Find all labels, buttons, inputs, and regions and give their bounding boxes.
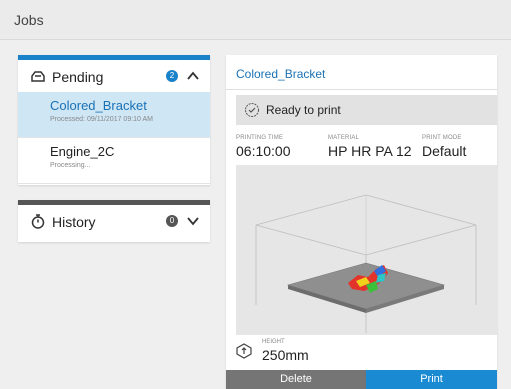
print-mode-label: PRINT MODE <box>422 135 462 141</box>
page-title: Jobs <box>14 12 44 28</box>
height-label: HEIGHT <box>262 339 285 345</box>
job-detail-card: Colored_Bracket Ready to print PRINTING … <box>226 55 497 389</box>
job-detail-title: Colored_Bracket <box>236 67 326 81</box>
job-status: Processed: 09/11/2017 09:10 AM <box>50 116 153 123</box>
job-name: Colored_Bracket <box>50 98 147 113</box>
pending-header[interactable]: Pending 2 <box>18 60 210 92</box>
printer-icon <box>31 71 45 82</box>
material: MATERIAL HP HR PA 12 <box>328 135 412 159</box>
pending-label: Pending <box>52 69 104 85</box>
printing-time-label: PRINTING TIME <box>236 135 284 141</box>
check-circle-icon <box>245 103 259 117</box>
print-mode-value: Default <box>422 143 467 159</box>
print-button[interactable]: Print <box>366 370 497 389</box>
print-mode: PRINT MODE Default <box>422 135 466 159</box>
divider <box>226 89 497 90</box>
height-value: 250mm <box>262 347 309 363</box>
chevron-up-icon[interactable] <box>186 69 200 83</box>
history-panel: History 0 <box>18 200 210 242</box>
history-count-badge: 0 <box>166 215 178 227</box>
printing-time: PRINTING TIME 06:10:00 <box>236 135 291 159</box>
material-value: HP HR PA 12 <box>328 143 412 159</box>
model-preview[interactable] <box>236 165 497 335</box>
material-label: MATERIAL <box>328 135 360 141</box>
cube-height-icon <box>236 343 252 359</box>
pending-panel: Pending 2 Colored_Bracket Processed: 09/… <box>18 55 210 185</box>
status-banner: Ready to print <box>236 95 497 125</box>
stopwatch-icon <box>31 214 45 229</box>
delete-button[interactable]: Delete <box>226 370 366 389</box>
build-volume-render <box>255 194 477 333</box>
top-bar: Jobs <box>0 0 511 40</box>
job-item-engine-2c[interactable]: Engine_2C Processing... <box>18 138 210 184</box>
job-status: Processing... <box>50 162 91 169</box>
printing-time-value: 06:10:00 <box>236 143 291 159</box>
history-header[interactable]: History 0 <box>18 205 210 237</box>
chevron-down-icon[interactable] <box>186 214 200 228</box>
history-label: History <box>52 214 96 230</box>
status-text: Ready to print <box>266 103 341 117</box>
job-name: Engine_2C <box>50 144 115 159</box>
job-item-colored-bracket[interactable]: Colored_Bracket Processed: 09/11/2017 09… <box>18 92 210 138</box>
pending-count-badge: 2 <box>166 70 178 82</box>
